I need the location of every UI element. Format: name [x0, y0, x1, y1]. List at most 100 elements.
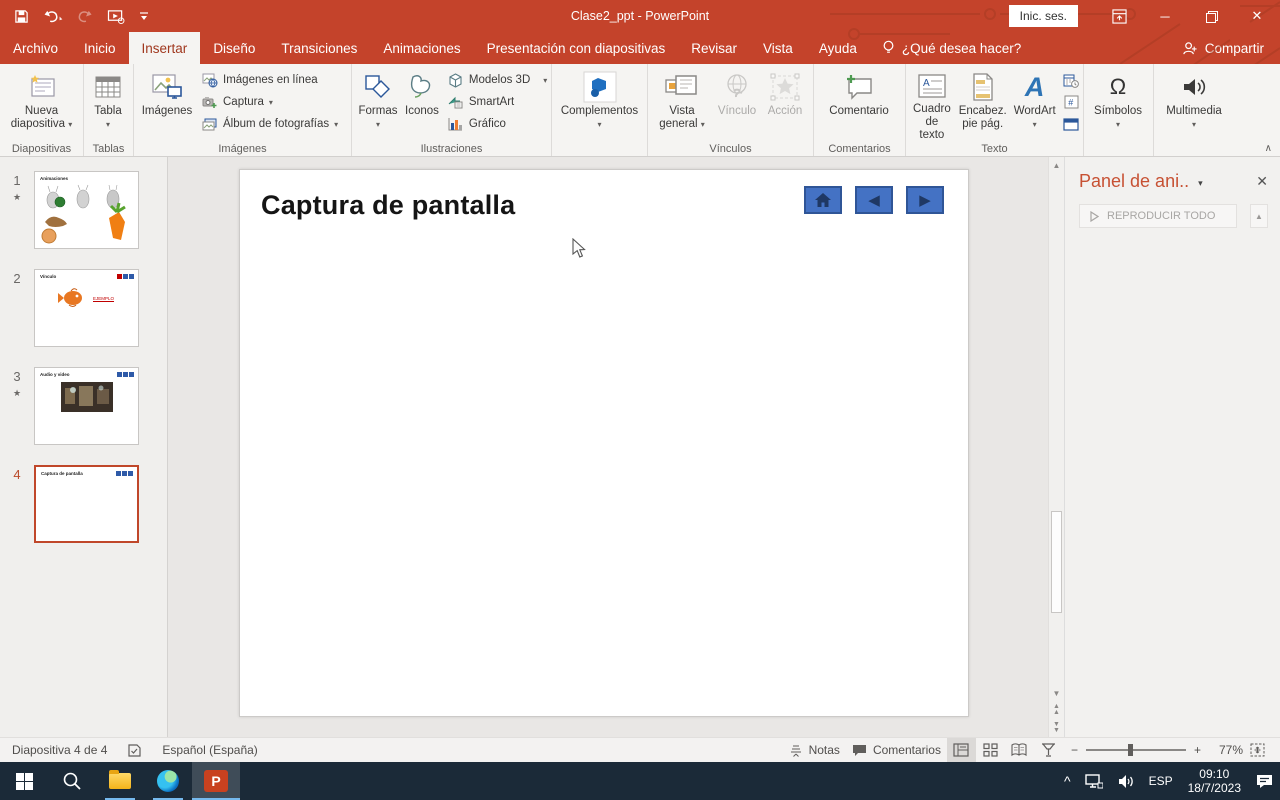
tab-transiciones[interactable]: Transiciones — [268, 32, 370, 64]
zoom-slider[interactable] — [1085, 744, 1186, 756]
link-button[interactable]: Vínculo — [713, 66, 761, 142]
vertical-scrollbar[interactable]: ▲ ▼ ▲ ▲ ▼ ▼ — [1048, 157, 1065, 737]
addins-label: Complementos — [560, 105, 639, 117]
edge-button[interactable] — [144, 762, 192, 800]
zoom-overview-button[interactable]: Vista general ▾ — [651, 66, 713, 142]
tab-diseno[interactable]: Diseño — [200, 32, 268, 64]
slide-sorter-view-button[interactable] — [976, 738, 1005, 762]
tab-archivo[interactable]: Archivo — [0, 32, 71, 64]
table-label: Tabla — [94, 105, 122, 117]
media-button[interactable]: Multimedia ▾ — [1157, 66, 1231, 142]
3d-models-button[interactable]: Modelos 3D ▾ — [443, 69, 551, 91]
header-footer-button[interactable]: Encabez. pie pág. — [955, 66, 1011, 142]
start-from-beginning-button[interactable] — [107, 9, 125, 24]
tab-insertar[interactable]: Insertar — [128, 32, 201, 64]
taskbar-search-button[interactable] — [48, 762, 96, 800]
sign-in-button[interactable]: Inic. ses. — [1008, 5, 1078, 27]
clock[interactable]: 09:10 18/7/2023 — [1180, 762, 1249, 800]
accessibility-check-button[interactable] — [121, 738, 148, 762]
forward-nav-button[interactable]: ▶ — [906, 186, 944, 214]
reading-view-icon — [1011, 743, 1028, 757]
photo-album-button[interactable]: Álbum de fotografías ▾ — [197, 113, 342, 135]
scrollbar-thumb[interactable] — [1051, 510, 1062, 614]
tell-me-search[interactable]: ¿Qué desea hacer? — [870, 32, 1033, 64]
previous-slide-button[interactable]: ▲ ▲ — [1048, 701, 1065, 719]
slideshow-view-button[interactable] — [1034, 738, 1063, 762]
close-button[interactable]: ✕ — [1234, 0, 1280, 32]
reading-view-button[interactable] — [1005, 738, 1034, 762]
pane-dropdown-icon[interactable]: ▾ — [1198, 178, 1203, 189]
next-slide-button[interactable]: ▼ ▼ — [1048, 719, 1065, 737]
slide-3-thumbnail[interactable]: Audio y video — [34, 367, 139, 445]
slide-2-thumbnail[interactable]: Vínculo EJEMPLO — [34, 269, 139, 347]
slide-1-thumbnail[interactable]: Animaciones — [34, 171, 139, 249]
tab-presentacion[interactable]: Presentación con diapositivas — [474, 32, 679, 64]
home-nav-button[interactable] — [804, 186, 842, 214]
minimize-button[interactable]: ─ — [1142, 0, 1188, 32]
wordart-button[interactable]: A WordArt ▾ — [1011, 66, 1059, 142]
restore-button[interactable] — [1188, 0, 1234, 32]
object-button[interactable] — [1059, 113, 1084, 135]
undo-button[interactable] — [43, 9, 63, 24]
tab-animaciones[interactable]: Animaciones — [370, 32, 473, 64]
scroll-down-button[interactable]: ▼ — [1048, 685, 1065, 701]
slide-number-button[interactable]: # — [1059, 91, 1084, 113]
slide-4-thumbnail[interactable]: Captura de pantalla — [34, 465, 139, 543]
network-icon[interactable] — [1078, 762, 1110, 800]
language-button[interactable]: Español (España) — [156, 738, 263, 762]
show-hidden-icons-button[interactable]: ^ — [1057, 762, 1078, 800]
smartart-button[interactable]: SmartArt — [443, 91, 551, 113]
pictures-button[interactable]: Imágenes — [137, 66, 197, 142]
photo-album-icon — [201, 116, 218, 132]
comment-button[interactable]: Comentario — [817, 66, 901, 142]
shapes-button[interactable]: Formas ▾ — [355, 66, 401, 142]
redo-button[interactable] — [77, 9, 93, 24]
animation-star-icon: ★ — [12, 388, 22, 398]
windows-logo-icon — [15, 772, 33, 790]
animation-pane-close-button[interactable]: ✕ — [1256, 173, 1268, 190]
volume-icon[interactable] — [1110, 762, 1142, 800]
scrollbar-track[interactable] — [1049, 173, 1064, 685]
zoom-percentage[interactable]: 77% — [1209, 743, 1243, 757]
start-button[interactable] — [0, 762, 48, 800]
addins-button[interactable]: Complementos ▾ — [555, 66, 644, 142]
share-button[interactable]: Compartir — [1166, 32, 1280, 64]
date-time-button[interactable] — [1059, 69, 1084, 91]
tab-inicio[interactable]: Inicio — [71, 32, 129, 64]
slide-canvas[interactable]: Captura de pantalla ◀ ▶ — [239, 169, 969, 717]
play-all-button[interactable]: REPRODUCIR TODO — [1079, 204, 1237, 228]
link-icon — [722, 69, 752, 105]
animation-pane-scroll-up[interactable]: ▲ — [1250, 204, 1268, 228]
text-box-button[interactable]: A Cuadro de texto — [909, 66, 955, 142]
tab-vista[interactable]: Vista — [750, 32, 806, 64]
file-explorer-button[interactable] — [96, 762, 144, 800]
online-pictures-button[interactable]: Imágenes en línea — [197, 69, 342, 91]
chart-button[interactable]: Gráfico — [443, 113, 551, 135]
animation-pane-title: Panel de ani.. — [1079, 171, 1190, 191]
back-nav-button[interactable]: ◀ — [855, 186, 893, 214]
date-time-icon — [1063, 72, 1080, 88]
scroll-up-button[interactable]: ▲ — [1048, 157, 1065, 173]
notes-button[interactable]: Notas — [783, 738, 846, 762]
language-indicator[interactable]: ESP — [1142, 762, 1180, 800]
collapse-ribbon-button[interactable]: ∧ — [1265, 143, 1272, 154]
zoom-slider-thumb[interactable] — [1127, 744, 1133, 756]
table-button[interactable]: Tabla ▾ — [87, 66, 129, 142]
save-button[interactable] — [14, 9, 29, 24]
action-center-button[interactable] — [1249, 762, 1280, 800]
comments-button[interactable]: Comentarios — [846, 738, 947, 762]
customize-qat-button[interactable] — [139, 10, 149, 22]
zoom-out-button[interactable]: − — [1071, 743, 1078, 757]
icons-button[interactable]: Iconos — [401, 66, 443, 142]
screenshot-button[interactable]: Captura ▾ — [197, 91, 342, 113]
normal-view-button[interactable] — [946, 738, 976, 762]
fit-to-window-button[interactable] — [1243, 738, 1272, 762]
new-slide-button[interactable]: Nueva diapositiva ▾ — [3, 66, 80, 142]
tab-ayuda[interactable]: Ayuda — [806, 32, 870, 64]
action-button[interactable]: Acción — [761, 66, 809, 142]
powerpoint-taskbar-button[interactable]: P — [192, 762, 240, 800]
tab-revisar[interactable]: Revisar — [678, 32, 750, 64]
zoom-in-button[interactable]: + — [1194, 743, 1201, 757]
ribbon-display-options-button[interactable] — [1096, 0, 1142, 32]
symbols-button[interactable]: Ω Símbolos ▾ — [1087, 66, 1149, 142]
